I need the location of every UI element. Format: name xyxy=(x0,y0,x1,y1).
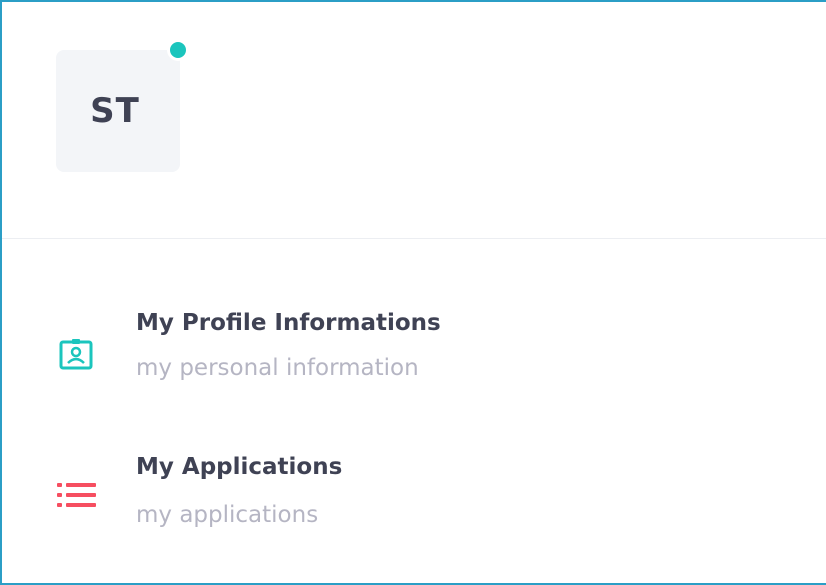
menu-item-applications[interactable]: My Applications my applications xyxy=(2,434,826,534)
user-menu-panel: ST My Profile Informations my personal i… xyxy=(0,0,826,585)
menu-item-title: My Applications xyxy=(136,454,343,480)
online-status-indicator xyxy=(167,39,189,61)
menu-item-subtitle: my personal information xyxy=(136,355,419,381)
avatar-initials: ST xyxy=(90,91,140,131)
list-icon xyxy=(57,483,96,507)
menu-item-subtitle: my applications xyxy=(136,502,319,528)
profile-card-icon xyxy=(59,339,93,370)
menu-item-title: My Profile Informations xyxy=(136,310,441,336)
menu-item-profile-informations[interactable]: My Profile Informations my personal info… xyxy=(2,292,826,392)
user-header: ST xyxy=(2,2,826,239)
avatar[interactable]: ST xyxy=(56,50,180,172)
